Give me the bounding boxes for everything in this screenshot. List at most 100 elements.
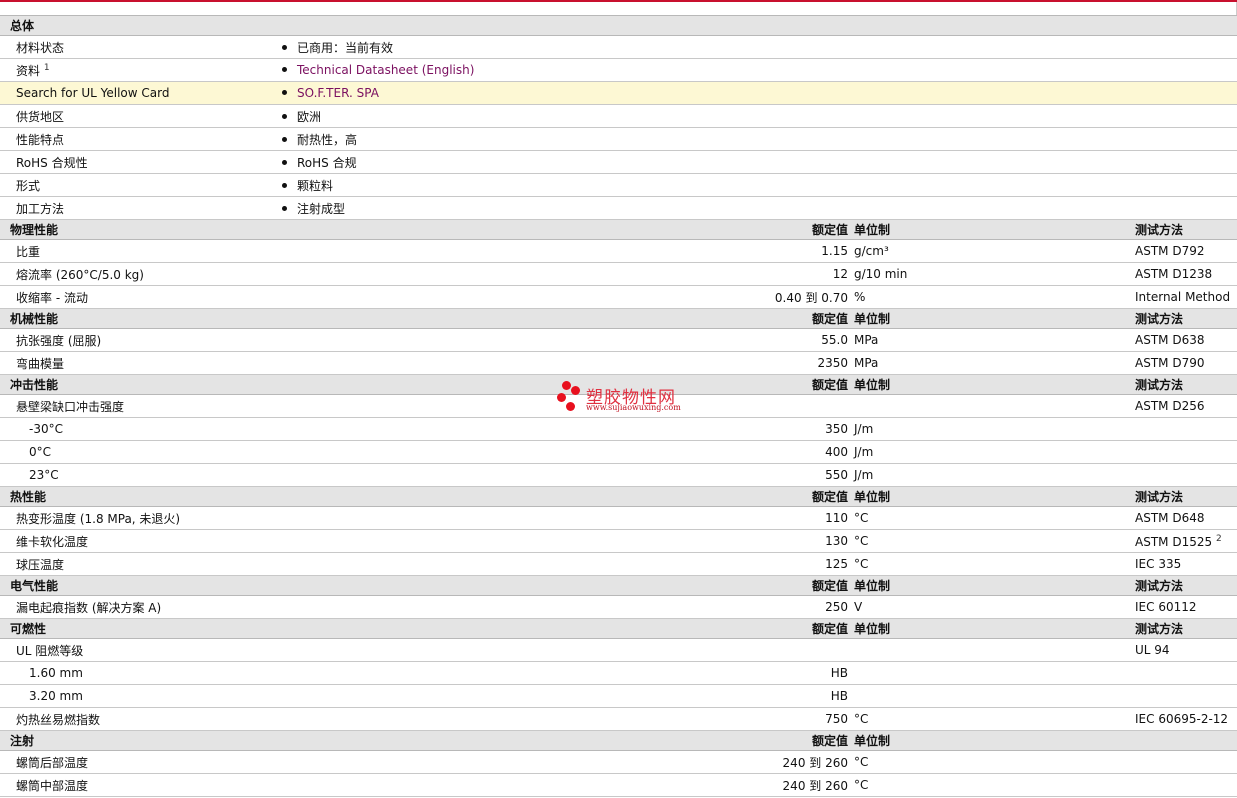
property-label: 加工方法	[0, 196, 282, 220]
test-method	[1135, 440, 1237, 464]
method-text: ASTM D792	[1135, 244, 1205, 258]
label-text: 形式	[16, 178, 41, 193]
property-unit	[853, 684, 1135, 708]
watermark-url: www.sujiaowuxing.com	[586, 403, 681, 412]
table-row: 维卡软化温度 130 °C ASTM D1525 2	[0, 529, 1237, 553]
unit-header: 单位制	[853, 308, 1135, 329]
test-method: UL 94	[1135, 638, 1237, 662]
property-value: 400	[282, 440, 853, 464]
value-text: RoHS 合规	[297, 155, 357, 170]
property-value: 颗粒料	[282, 173, 1237, 197]
test-method	[1135, 750, 1237, 774]
value-link[interactable]: SO.F.TER. SPA	[297, 86, 379, 100]
property-unit: V	[853, 595, 1135, 619]
watermark-logo: 塑胶物性网 www.sujiaowuxing.com	[556, 381, 696, 415]
test-method	[1135, 661, 1237, 685]
property-unit: %	[853, 285, 1135, 309]
property-label: 供货地区	[0, 104, 282, 128]
property-label: 漏电起痕指数 (解决方案 A)	[0, 595, 282, 619]
method-text: IEC 60112	[1135, 600, 1197, 614]
property-value: 125	[282, 552, 853, 576]
property-label: UL 阻燃等级	[0, 638, 282, 662]
property-label: 熔流率 (260°C/5.0 kg)	[0, 262, 282, 286]
value-text: 已商用：当前有效	[297, 40, 394, 55]
section-title: 机械性能	[0, 308, 282, 329]
table-row: 抗张强度 (屈服) 55.0 MPa ASTM D638	[0, 328, 1237, 352]
property-value: 110	[282, 506, 853, 530]
bullet-icon	[282, 44, 287, 50]
property-unit: MPa	[853, 328, 1135, 352]
table-row: Search for UL Yellow Card SO.F.TER. SPA	[0, 81, 1237, 105]
property-unit: °C	[853, 773, 1135, 797]
property-value: 12	[282, 262, 853, 286]
section-header: 物理性能 额定值 单位制 测试方法	[0, 219, 1237, 240]
label-text: 资料	[16, 63, 41, 78]
property-value: 240 到 260	[282, 773, 853, 797]
property-label: 比重	[0, 239, 282, 263]
bullet-icon	[282, 67, 287, 72]
section-title: 热性能	[0, 486, 282, 507]
nominal-header: 额定值	[282, 219, 853, 240]
method-text: IEC 60695-2-12	[1135, 712, 1229, 726]
nominal-header: 额定值	[282, 730, 853, 751]
method-header: 测试方法	[1135, 486, 1237, 507]
method-text: ASTM D1525	[1135, 534, 1213, 549]
property-value: RoHS 合规	[282, 150, 1237, 174]
footnote-ref[interactable]: 1	[44, 63, 50, 73]
section-title: 总体	[0, 15, 1237, 36]
label-text: RoHS 合规性	[16, 155, 88, 170]
bullet-icon	[282, 136, 287, 142]
table-row: 熔流率 (260°C/5.0 kg) 12 g/10 min ASTM D1238	[0, 262, 1237, 286]
value-link[interactable]: Technical Datasheet (English)	[297, 63, 474, 77]
test-method	[1135, 684, 1237, 708]
table-row: 23°C 550 J/m	[0, 463, 1237, 487]
label-text: 加工方法	[16, 201, 65, 216]
test-method: ASTM D648	[1135, 506, 1237, 530]
footnote-ref[interactable]: 2	[1216, 534, 1222, 544]
property-label: 资料 1	[0, 58, 282, 82]
unit-header: 单位制	[853, 575, 1135, 596]
property-label: 维卡软化温度	[0, 529, 282, 553]
table-row: 热变形温度 (1.8 MPa, 未退火) 110 °C ASTM D648	[0, 506, 1237, 530]
property-unit: J/m	[853, 463, 1135, 487]
method-text: UL 94	[1135, 643, 1170, 657]
table-row: 0°C 400 J/m	[0, 440, 1237, 464]
table-row: 球压温度 125 °C IEC 335	[0, 552, 1237, 576]
nominal-header: 额定值	[282, 575, 853, 596]
property-value: 250	[282, 595, 853, 619]
nominal-header: 额定值	[282, 618, 853, 639]
value-text: 注射成型	[297, 201, 346, 216]
label-text: Search for UL Yellow Card	[16, 86, 170, 100]
property-label: 1.60 mm	[0, 661, 282, 685]
section-header-general: 总体	[0, 15, 1237, 36]
property-unit: g/cm³	[853, 239, 1135, 263]
section-title: 物理性能	[0, 219, 282, 240]
property-unit: °C	[853, 707, 1135, 731]
property-label: 灼热丝易燃指数	[0, 707, 282, 731]
property-label: RoHS 合规性	[0, 150, 282, 174]
section-header: 注射 额定值 单位制	[0, 730, 1237, 751]
property-label: 热变形温度 (1.8 MPa, 未退火)	[0, 506, 282, 530]
property-value: HB	[282, 684, 853, 708]
table-row: 材料状态 已商用：当前有效	[0, 35, 1237, 59]
bullet-icon	[282, 159, 287, 165]
method-text: ASTM D638	[1135, 333, 1205, 347]
table-row: 3.20 mm HB	[0, 684, 1237, 708]
property-label: Search for UL Yellow Card	[0, 81, 282, 105]
method-text: Internal Method	[1135, 290, 1231, 304]
property-unit	[853, 394, 1135, 418]
section-header: 热性能 额定值 单位制 测试方法	[0, 486, 1237, 507]
test-method	[1135, 773, 1237, 797]
method-text: ASTM D1238	[1135, 267, 1213, 281]
unit-header: 单位制	[853, 618, 1135, 639]
method-header: 测试方法	[1135, 308, 1237, 329]
method-header: 测试方法	[1135, 575, 1237, 596]
table-row: 形式 颗粒料	[0, 173, 1237, 197]
table-row: 加工方法 注射成型	[0, 196, 1237, 220]
property-unit	[853, 661, 1135, 685]
property-value: 耐热性，高	[282, 127, 1237, 151]
table-row: 1.60 mm HB	[0, 661, 1237, 685]
section-title: 冲击性能	[0, 374, 282, 395]
test-method: ASTM D638	[1135, 328, 1237, 352]
unit-header: 单位制	[853, 486, 1135, 507]
